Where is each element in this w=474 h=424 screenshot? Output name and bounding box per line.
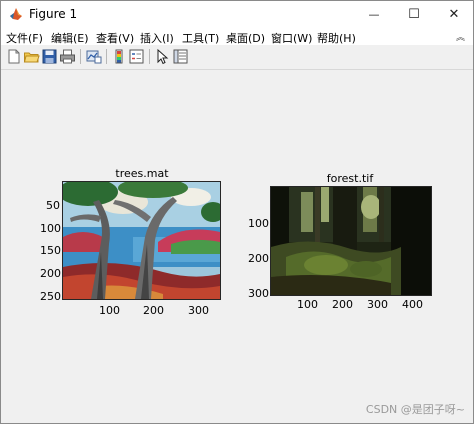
minimize-button[interactable]: — — [354, 1, 394, 28]
matlab-logo-icon — [10, 8, 22, 20]
menu-help[interactable]: 帮助(H) — [317, 30, 356, 46]
menu-bar: 文件(F) 编辑(E) 查看(V) 插入(I) 工具(T) 桌面(D) 窗口(W… — [1, 28, 473, 45]
axes-title-forest: forest.tif — [326, 172, 374, 185]
ytick-label: 250 — [40, 290, 61, 303]
menu-file[interactable]: 文件(F) — [6, 30, 43, 46]
menu-insert[interactable]: 插入(I) — [140, 30, 174, 46]
close-button[interactable]: ✕ — [434, 1, 473, 28]
xtick-label: 200 — [332, 298, 353, 311]
maximize-icon: ☐ — [408, 7, 420, 22]
xtick-label: 100 — [99, 304, 120, 317]
toolbar-separator — [106, 49, 107, 64]
window-title: Figure 1 — [29, 7, 78, 21]
ytick-label: 300 — [248, 287, 269, 300]
new-figure-icon[interactable] — [5, 48, 22, 65]
xtick-label: 300 — [188, 304, 209, 317]
insert-colorbar-icon[interactable] — [111, 48, 128, 65]
xtick-label: 300 — [367, 298, 388, 311]
menu-view[interactable]: 查看(V) — [96, 30, 134, 46]
forest-photo-image — [271, 187, 431, 295]
ytick-label: 100 — [248, 217, 269, 230]
print-icon[interactable] — [59, 48, 76, 65]
watermark-text: CSDN @是团子呀~ — [365, 403, 465, 416]
ytick-label: 200 — [248, 252, 269, 265]
axes-title-trees: trees.mat — [115, 167, 169, 180]
close-icon: ✕ — [448, 7, 460, 22]
ytick-label: 100 — [40, 222, 61, 235]
forest-image — [270, 186, 432, 296]
trees-painting-image — [63, 182, 220, 299]
menu-window[interactable]: 窗口(W) — [271, 30, 312, 46]
menu-desktop[interactable]: 桌面(D) — [226, 30, 265, 46]
edit-plot-pointer-icon[interactable] — [154, 48, 171, 65]
property-inspector-icon[interactable] — [172, 48, 189, 65]
ytick-label: 150 — [40, 244, 61, 257]
minimize-icon: — — [368, 8, 380, 21]
figure-toolbar — [1, 45, 473, 70]
xtick-label: 400 — [402, 298, 423, 311]
collapse-chevron-icon[interactable]: ︽ — [456, 30, 465, 43]
toolbar-separator — [149, 49, 150, 64]
menu-tools[interactable]: 工具(T) — [182, 30, 219, 46]
ytick-label: 200 — [40, 267, 61, 280]
insert-legend-icon[interactable] — [128, 48, 145, 65]
trees-image — [62, 181, 221, 300]
toolbar-separator — [80, 49, 81, 64]
open-file-icon[interactable] — [23, 48, 40, 65]
xtick-label: 100 — [297, 298, 318, 311]
maximize-button[interactable]: ☐ — [394, 1, 434, 28]
ytick-label: 50 — [46, 199, 60, 212]
link-plot-icon[interactable] — [85, 48, 102, 65]
title-bar: Figure 1 — ☐ ✕ — [1, 1, 473, 28]
xtick-label: 200 — [143, 304, 164, 317]
menu-edit[interactable]: 编辑(E) — [51, 30, 89, 46]
save-icon[interactable] — [41, 48, 58, 65]
figure-window: Figure 1 — ☐ ✕ 文件(F) 编辑(E) 查看(V) 插入(I) 工… — [0, 0, 474, 424]
